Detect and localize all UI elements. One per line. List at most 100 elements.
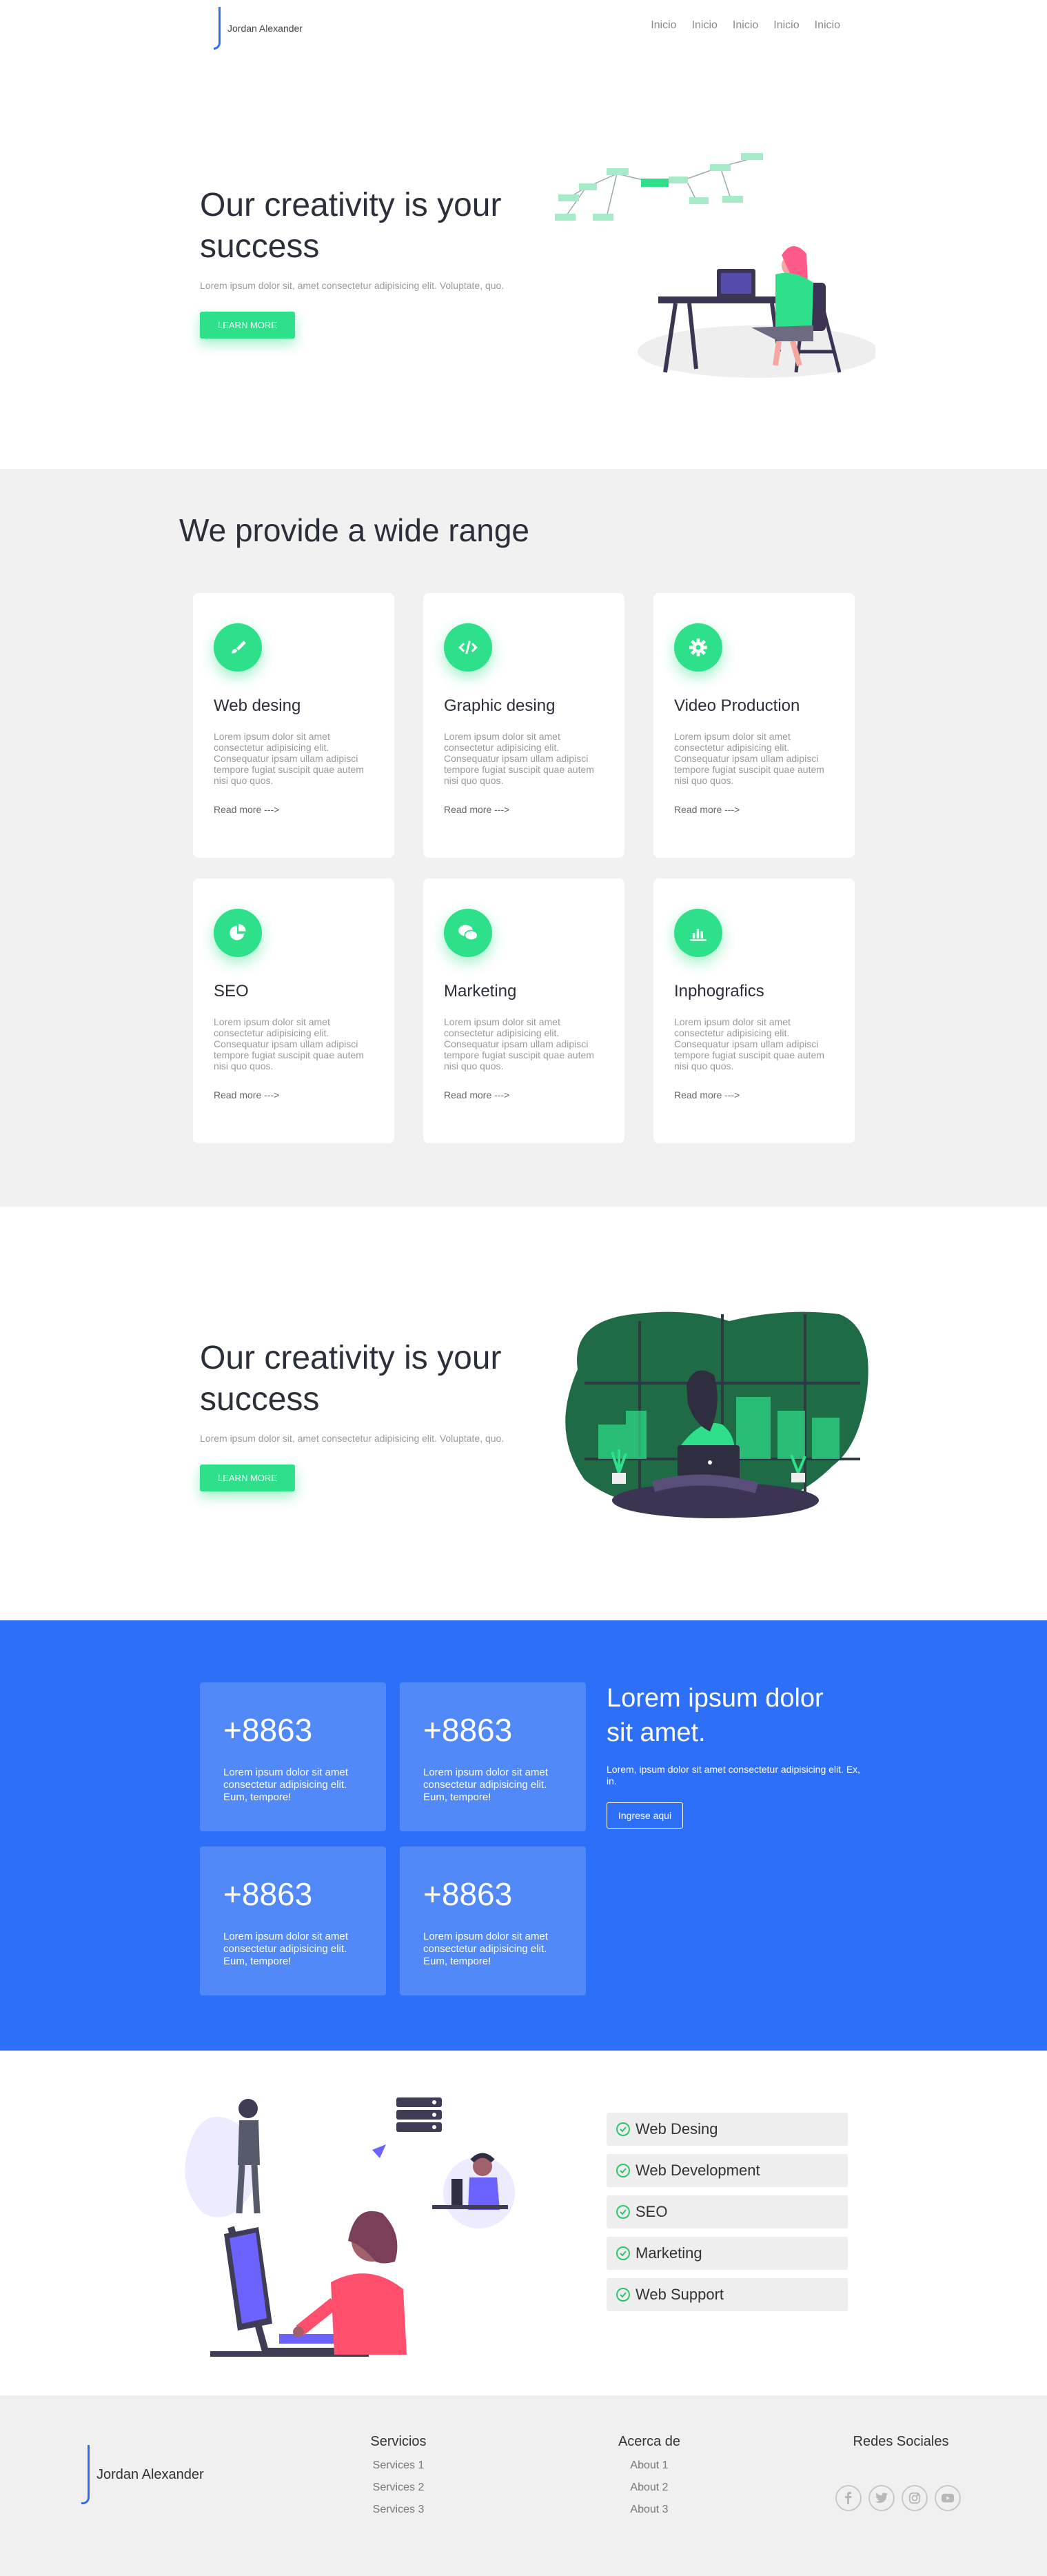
learn-more-button[interactable]: LEARN MORE (200, 1465, 295, 1491)
team-illustration (185, 2097, 515, 2357)
feature-label: SEO (636, 2203, 668, 2220)
stat-card: +8863 Lorem ipsum dolor sit amet consect… (400, 1682, 586, 1831)
logo-mark (214, 7, 221, 50)
service-card-marketing[interactable]: Marketing Lorem ipsum dolor sit amet con… (423, 878, 624, 1143)
stat-text: Lorem ipsum dolor sit amet consectetur a… (223, 1767, 348, 1803)
feature-item-web-desing[interactable]: Web Desing (607, 2113, 848, 2146)
footer-link[interactable]: Services 3 (364, 2504, 433, 2516)
stat-number: +8863 (423, 1876, 513, 1912)
hero-subtitle: Lorem ipsum dolor sit, amet consectetur … (200, 280, 505, 291)
service-card-web-desing[interactable]: Web desing Lorem ipsum dolor sit amet co… (193, 593, 394, 858)
service-card-video-production[interactable]: Video Production Lorem ipsum dolor sit a… (653, 593, 855, 858)
feature-label: Web Development (636, 2162, 760, 2179)
learn-more-button[interactable]: LEARN MORE (200, 312, 295, 339)
logo-text: Jordan Alexander (227, 23, 303, 34)
card-text: Lorem ipsum dolor sit amet consectetur a… (214, 731, 364, 786)
card-title: Graphic desing (444, 696, 556, 715)
creativity-illustration (565, 1311, 868, 1518)
footer-link[interactable]: About 3 (615, 2504, 684, 2516)
stats-title: Lorem ipsum dolor sit amet. (607, 1684, 824, 1747)
card-text: Lorem ipsum dolor sit amet consectetur a… (214, 1016, 364, 1071)
feature-label: Web Desing (636, 2120, 718, 2137)
hero-section: Our creativity is your success Lorem ips… (0, 55, 1047, 469)
services-title: We provide a wide range (179, 512, 529, 548)
stat-text: Lorem ipsum dolor sit amet consectetur a… (423, 1767, 548, 1803)
check-circle-icon (616, 2122, 630, 2136)
twitter-icon[interactable] (868, 2485, 895, 2511)
feature-item-seo[interactable]: SEO (607, 2195, 848, 2228)
read-more-link[interactable]: Read more ---> (214, 804, 374, 815)
hero-title: Our creativity is your success (200, 187, 502, 265)
read-more-link[interactable]: Read more ---> (674, 1089, 834, 1100)
service-card-graphic-desing[interactable]: Graphic desing Lorem ipsum dolor sit ame… (423, 593, 624, 858)
card-title: Marketing (444, 982, 517, 1000)
check-circle-icon (616, 2288, 630, 2302)
ingrese-aqui-button[interactable]: Ingrese aqui (607, 1802, 684, 1829)
service-card-seo[interactable]: SEO Lorem ipsum dolor sit amet consectet… (193, 878, 394, 1143)
pie-chart-icon (214, 909, 262, 957)
logo[interactable]: Jordan Alexander (214, 7, 303, 50)
read-more-link[interactable]: Read more ---> (674, 804, 834, 815)
read-more-link[interactable]: Read more ---> (444, 1089, 604, 1100)
footer-link[interactable]: Services 2 (364, 2482, 433, 2494)
stat-text: Lorem ipsum dolor sit amet consectetur a… (223, 1931, 348, 1967)
stat-card: +8863 Lorem ipsum dolor sit amet consect… (200, 1847, 386, 1995)
read-more-link[interactable]: Read more ---> (444, 804, 604, 815)
stat-text: Lorem ipsum dolor sit amet consectetur a… (423, 1931, 548, 1967)
logo-mark (81, 2445, 90, 2504)
social-links (835, 2485, 961, 2511)
service-card-inphografics[interactable]: Inphografics Lorem ipsum dolor sit amet … (653, 878, 855, 1143)
card-title: Web desing (214, 696, 301, 715)
hero-text: Our creativity is your success Lorem ips… (200, 185, 558, 339)
creativity-title: Our creativity is your success (200, 1340, 502, 1418)
footer-logo[interactable]: Jordan Alexander (81, 2445, 204, 2504)
feature-item-web-development[interactable]: Web Development (607, 2154, 848, 2187)
card-text: Lorem ipsum dolor sit amet consectetur a… (674, 1016, 824, 1071)
card-title: Video Production (674, 696, 800, 715)
instagram-icon[interactable] (902, 2485, 928, 2511)
site-footer: Jordan Alexander Servicios Services 1 Se… (0, 2395, 1047, 2576)
paintbrush-icon (214, 623, 262, 672)
hero-illustration (555, 153, 875, 378)
feature-item-marketing[interactable]: Marketing (607, 2237, 848, 2270)
nav-link-inicio-3[interactable]: Inicio (733, 19, 758, 32)
footer-col-redes: Redes Sociales (849, 2434, 953, 2450)
facebook-icon[interactable] (835, 2485, 862, 2511)
stats-subtitle: Lorem, ipsum dolor sit amet consectetur … (607, 1764, 861, 1787)
nav-link-inicio-1[interactable]: Inicio (651, 19, 676, 32)
code-icon (444, 623, 492, 672)
card-title: SEO (214, 982, 249, 1000)
features-section: Web Desing Web Development SEO Marketing… (0, 2051, 1047, 2395)
footer-col-servicios: Servicios Services 1 Services 2 Services… (364, 2434, 433, 2516)
gear-icon (674, 623, 722, 672)
read-more-link[interactable]: Read more ---> (214, 1089, 374, 1100)
creativity-text: Our creativity is your success Lorem ips… (200, 1338, 558, 1491)
check-circle-icon (616, 2246, 630, 2260)
nav-link-inicio-5[interactable]: Inicio (815, 19, 840, 32)
footer-col-acerca: Acerca de About 1 About 2 About 3 (615, 2434, 684, 2516)
youtube-icon[interactable] (935, 2485, 961, 2511)
stat-number: +8863 (223, 1712, 313, 1748)
services-section: We provide a wide range Web desing Lorem… (0, 469, 1047, 1207)
feature-label: Marketing (636, 2244, 702, 2262)
site-header: Jordan Alexander Inicio Inicio Inicio In… (0, 0, 1047, 55)
card-title: Inphografics (674, 982, 764, 1000)
creativity-section: Our creativity is your success Lorem ips… (0, 1207, 1047, 1620)
feature-item-web-support[interactable]: Web Support (607, 2278, 848, 2311)
card-text: Lorem ipsum dolor sit amet consectetur a… (674, 731, 824, 786)
nav-link-inicio-4[interactable]: Inicio (773, 19, 799, 32)
card-text: Lorem ipsum dolor sit amet consectetur a… (444, 1016, 594, 1071)
nav-link-inicio-2[interactable]: Inicio (692, 19, 718, 32)
footer-link[interactable]: About 1 (615, 2459, 684, 2472)
footer-heading: Acerca de (618, 2434, 681, 2449)
stats-section: +8863 Lorem ipsum dolor sit amet consect… (0, 1620, 1047, 2051)
main-nav: Inicio Inicio Inicio Inicio Inicio (651, 19, 840, 32)
page: Jordan Alexander Inicio Inicio Inicio In… (0, 0, 1047, 2576)
check-circle-icon (616, 2205, 630, 2219)
chat-bubbles-icon (444, 909, 492, 957)
bar-chart-icon (674, 909, 722, 957)
stat-number: +8863 (223, 1876, 313, 1912)
footer-link[interactable]: About 2 (615, 2482, 684, 2494)
footer-link[interactable]: Services 1 (364, 2459, 433, 2472)
footer-heading: Servicios (370, 2434, 427, 2449)
